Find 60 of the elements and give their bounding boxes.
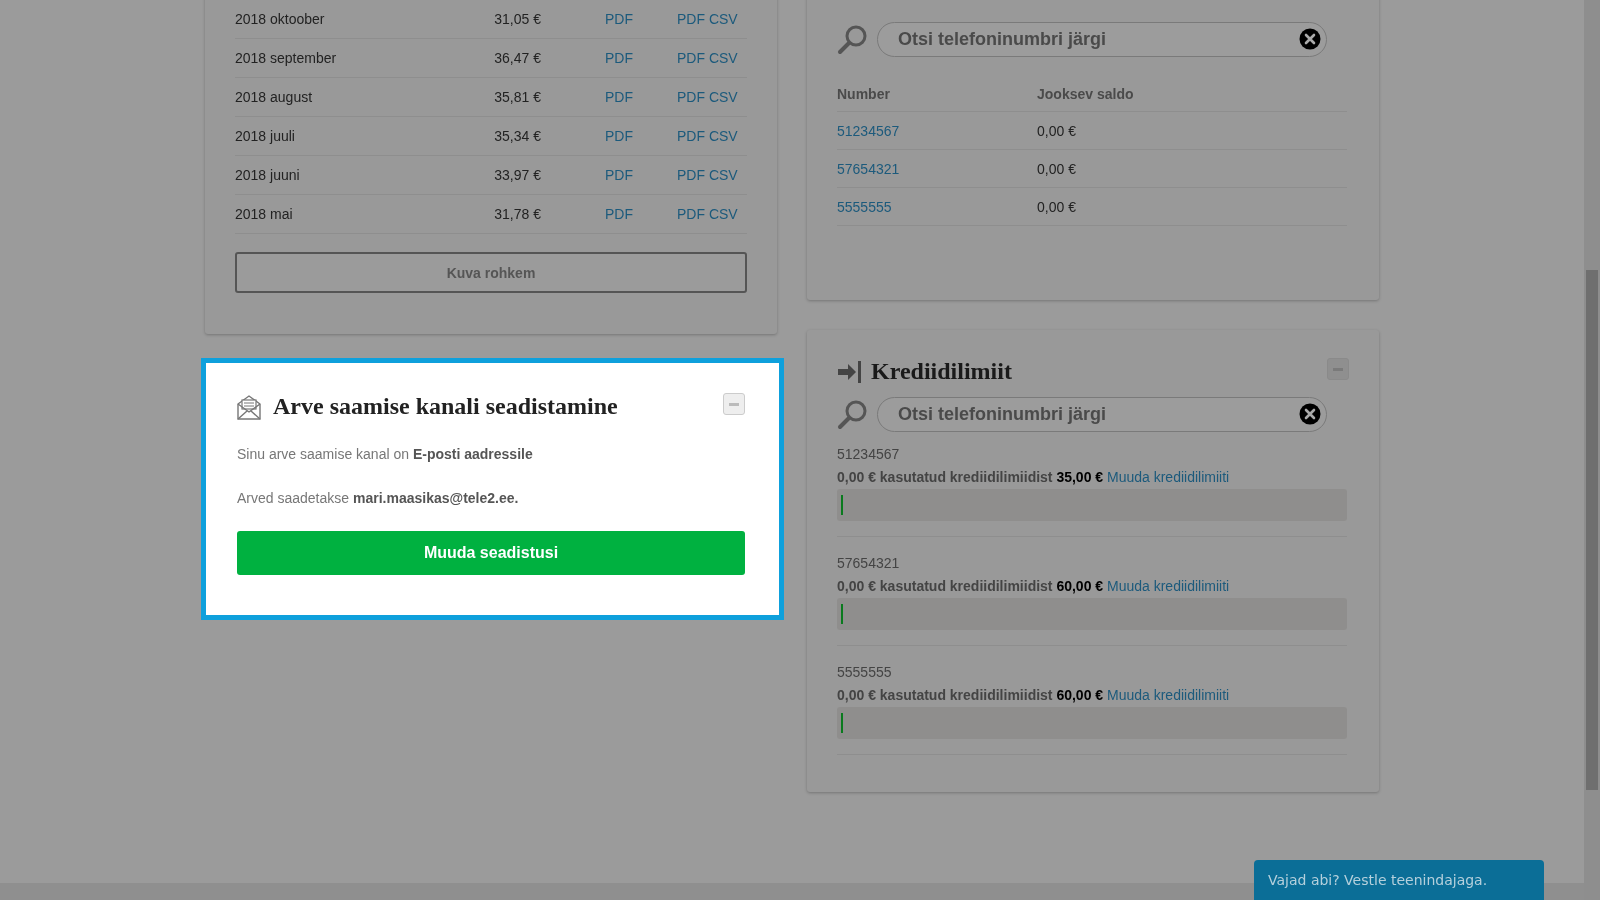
pdf-csv-link[interactable]: PDF CSV (677, 10, 738, 27)
invoice-period: 2018 oktoober (235, 10, 326, 27)
invoice-period: 2018 juuli (235, 127, 296, 144)
pdf-csv-link[interactable]: PDF CSV (677, 49, 738, 66)
card-title: Arve saamise kanali seadistamine (273, 393, 618, 420)
pdf-link[interactable]: PDF (605, 88, 633, 105)
phone-number: 5555555 (837, 664, 893, 680)
show-more-button[interactable]: Kuva rohkem (235, 252, 747, 293)
phone-number-link[interactable]: 5555555 (837, 198, 892, 215)
chat-button[interactable]: Vajad abi? Vestle teenindajaga. (1254, 860, 1544, 900)
change-credit-limit-link[interactable]: Muuda krediidilimiiti (1107, 469, 1230, 485)
pdf-link[interactable]: PDF (605, 166, 633, 183)
invoice-amount: 35,34 € (493, 127, 541, 144)
pdf-link[interactable]: PDF (605, 49, 633, 66)
collapse-button[interactable] (723, 393, 745, 415)
phone-number-link[interactable]: 57654321 (837, 160, 900, 177)
invoice-period: 2018 mai (235, 205, 294, 222)
credit-usage-text: 0,00 € kasutatud krediidilimiidist 60,00 € Muuda krediidilimiiti (837, 687, 1231, 703)
pdf-csv-link[interactable]: PDF CSV (677, 88, 738, 105)
invoice-amount: 35,81 € (493, 88, 541, 105)
invoice-amount: 31,78 € (493, 205, 541, 222)
scrollbar[interactable] (1584, 0, 1600, 900)
envelope-icon (237, 393, 261, 420)
credit-usage-text: 0,00 € kasutatud krediidilimiidist 35,00 € Muuda krediidilimiiti (837, 469, 1231, 485)
invoice-amount: 36,47 € (493, 49, 541, 66)
search-field[interactable]: Otsi telefoninumbri järgi (877, 397, 1327, 432)
search-field[interactable]: Otsi telefoninumbri järgi (877, 22, 1327, 57)
phone-number-link[interactable]: 51234567 (837, 122, 900, 139)
pdf-link[interactable]: PDF (605, 10, 633, 27)
search-icon (837, 23, 869, 56)
change-credit-limit-link[interactable]: Muuda krediidilimiiti (1107, 687, 1230, 703)
minus-icon (729, 402, 739, 406)
balance-amount: 0,00 € (1037, 198, 1077, 215)
pdf-csv-link[interactable]: PDF CSV (677, 205, 738, 222)
phone-number: 51234567 (837, 446, 901, 462)
column-header: Jooksev saldo (1037, 86, 1135, 102)
invoice-period: 2018 juuni (235, 166, 301, 183)
clear-icon[interactable] (1299, 28, 1321, 50)
collapse-button[interactable] (1327, 358, 1349, 380)
column-header: Number (837, 86, 891, 102)
clear-icon[interactable] (1299, 403, 1321, 425)
pdf-link[interactable]: PDF (605, 127, 633, 144)
invoice-period: 2018 august (235, 88, 314, 105)
invoice-amount: 33,97 € (493, 166, 541, 183)
pdf-csv-link[interactable]: PDF CSV (677, 166, 738, 183)
pdf-csv-link[interactable]: PDF CSV (677, 127, 738, 144)
balance-amount: 0,00 € (1037, 160, 1077, 177)
channel-text: Sinu arve saamise kanal on E-posti aadressile (237, 446, 534, 462)
card-title: Krediidilimiit (871, 358, 1012, 385)
balance-amount: 0,00 € (1037, 122, 1077, 139)
email-text: Arved saadetakse mari.maasikas@tele2.ee. (237, 490, 520, 506)
change-credit-limit-link[interactable]: Muuda krediidilimiiti (1107, 578, 1230, 594)
arrow-to-bar-icon (837, 359, 863, 384)
search-icon (837, 398, 869, 431)
pdf-link[interactable]: PDF (605, 205, 633, 222)
credit-usage-text: 0,00 € kasutatud krediidilimiidist 60,00 € Muuda krediidilimiiti (837, 578, 1231, 594)
invoice-amount: 31,05 € (493, 10, 541, 27)
change-settings-button[interactable]: Muuda seadistusi (237, 531, 745, 575)
invoice-period: 2018 september (235, 49, 338, 66)
phone-number: 57654321 (837, 555, 901, 571)
